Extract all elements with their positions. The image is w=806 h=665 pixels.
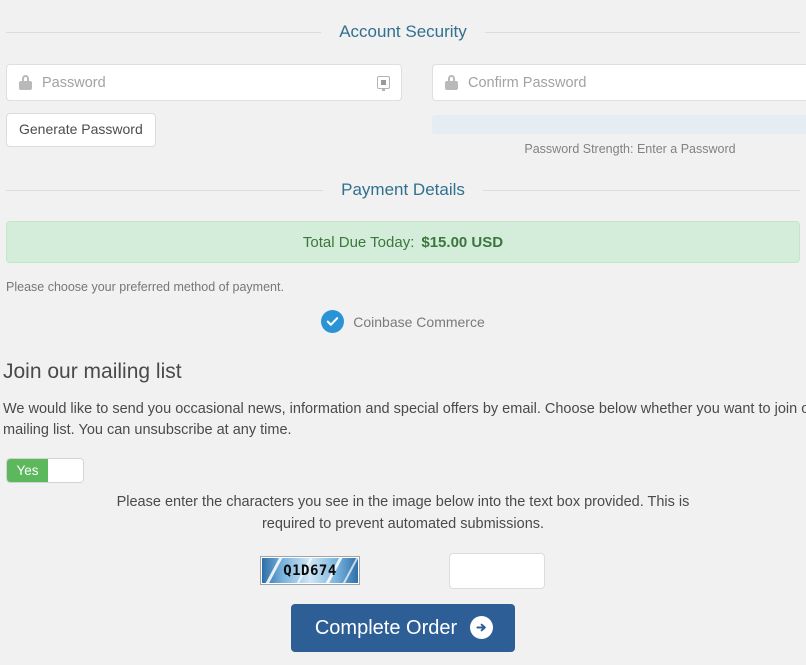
password-column: Generate Password [6,64,402,156]
mailing-list-description: We would like to send you occasional new… [3,401,806,439]
confirm-password-field-wrapper[interactable] [432,64,806,101]
account-security-legend-text: Account Security [339,22,467,41]
mailing-list-toggle[interactable]: Yes [6,458,84,484]
choose-payment-method-text: Please choose your preferred method of p… [6,280,284,294]
captcha-instructions: Please enter the characters you see in t… [116,494,690,532]
captcha-input[interactable] [449,552,545,589]
payment-gateway-option-coinbase[interactable]: Coinbase Commerce [0,310,806,333]
password-field-wrapper[interactable] [6,64,402,101]
complete-order-button[interactable]: Complete Order [290,604,516,652]
account-security-section: Account Security Generate Password [0,22,806,156]
mailing-list-toggle-knob[interactable] [48,459,83,483]
submit-section: Complete Order [0,604,806,652]
generate-password-button[interactable]: Generate Password [6,113,156,148]
payment-gateway-label: Coinbase Commerce [353,313,485,330]
total-due-banner: Total Due Today: $15.00 USD [6,221,800,263]
arrow-right-circle-icon [470,616,494,639]
legend-rule-right [482,189,800,191]
payment-details-legend: Payment Details [0,180,806,200]
lock-icon [19,75,32,90]
password-reveal-icon[interactable] [377,76,390,91]
mailing-list-toggle-on-label: Yes [7,459,48,483]
mailing-list-heading: Join our mailing list [3,360,182,383]
legend-rule-left [6,31,322,33]
complete-order-button-label: Complete Order [314,616,458,639]
captcha-section: Please enter the characters you see in t… [0,492,806,589]
captcha-image: Q1D674 [260,556,360,585]
lock-icon [445,75,458,90]
password-fields-row: Generate Password Password Strength: Ent… [0,64,806,156]
payment-details-section: Payment Details Total Due Today: $15.00 … [0,180,806,333]
confirm-password-input[interactable] [468,74,806,91]
account-security-legend: Account Security [0,22,806,42]
captcha-row: Q1D674 [0,552,806,589]
total-due-label: Total Due Today: [302,233,415,251]
password-input[interactable] [42,74,377,91]
password-strength-label: Password Strength: Enter a Password [524,142,736,156]
captcha-image-text: Q1D674 [283,562,337,579]
total-due-amount: $15.00 USD [421,233,504,251]
legend-rule-right [484,31,800,33]
confirm-password-column: Password Strength: Enter a Password [432,64,806,156]
check-circle-icon[interactable] [321,310,345,333]
order-form-page: Account Security Generate Password [0,0,806,665]
password-strength-bar [432,115,806,134]
legend-rule-left [6,189,324,191]
payment-details-legend-text: Payment Details [341,180,465,199]
mailing-list-section: Join our mailing list We would like to s… [0,358,806,484]
